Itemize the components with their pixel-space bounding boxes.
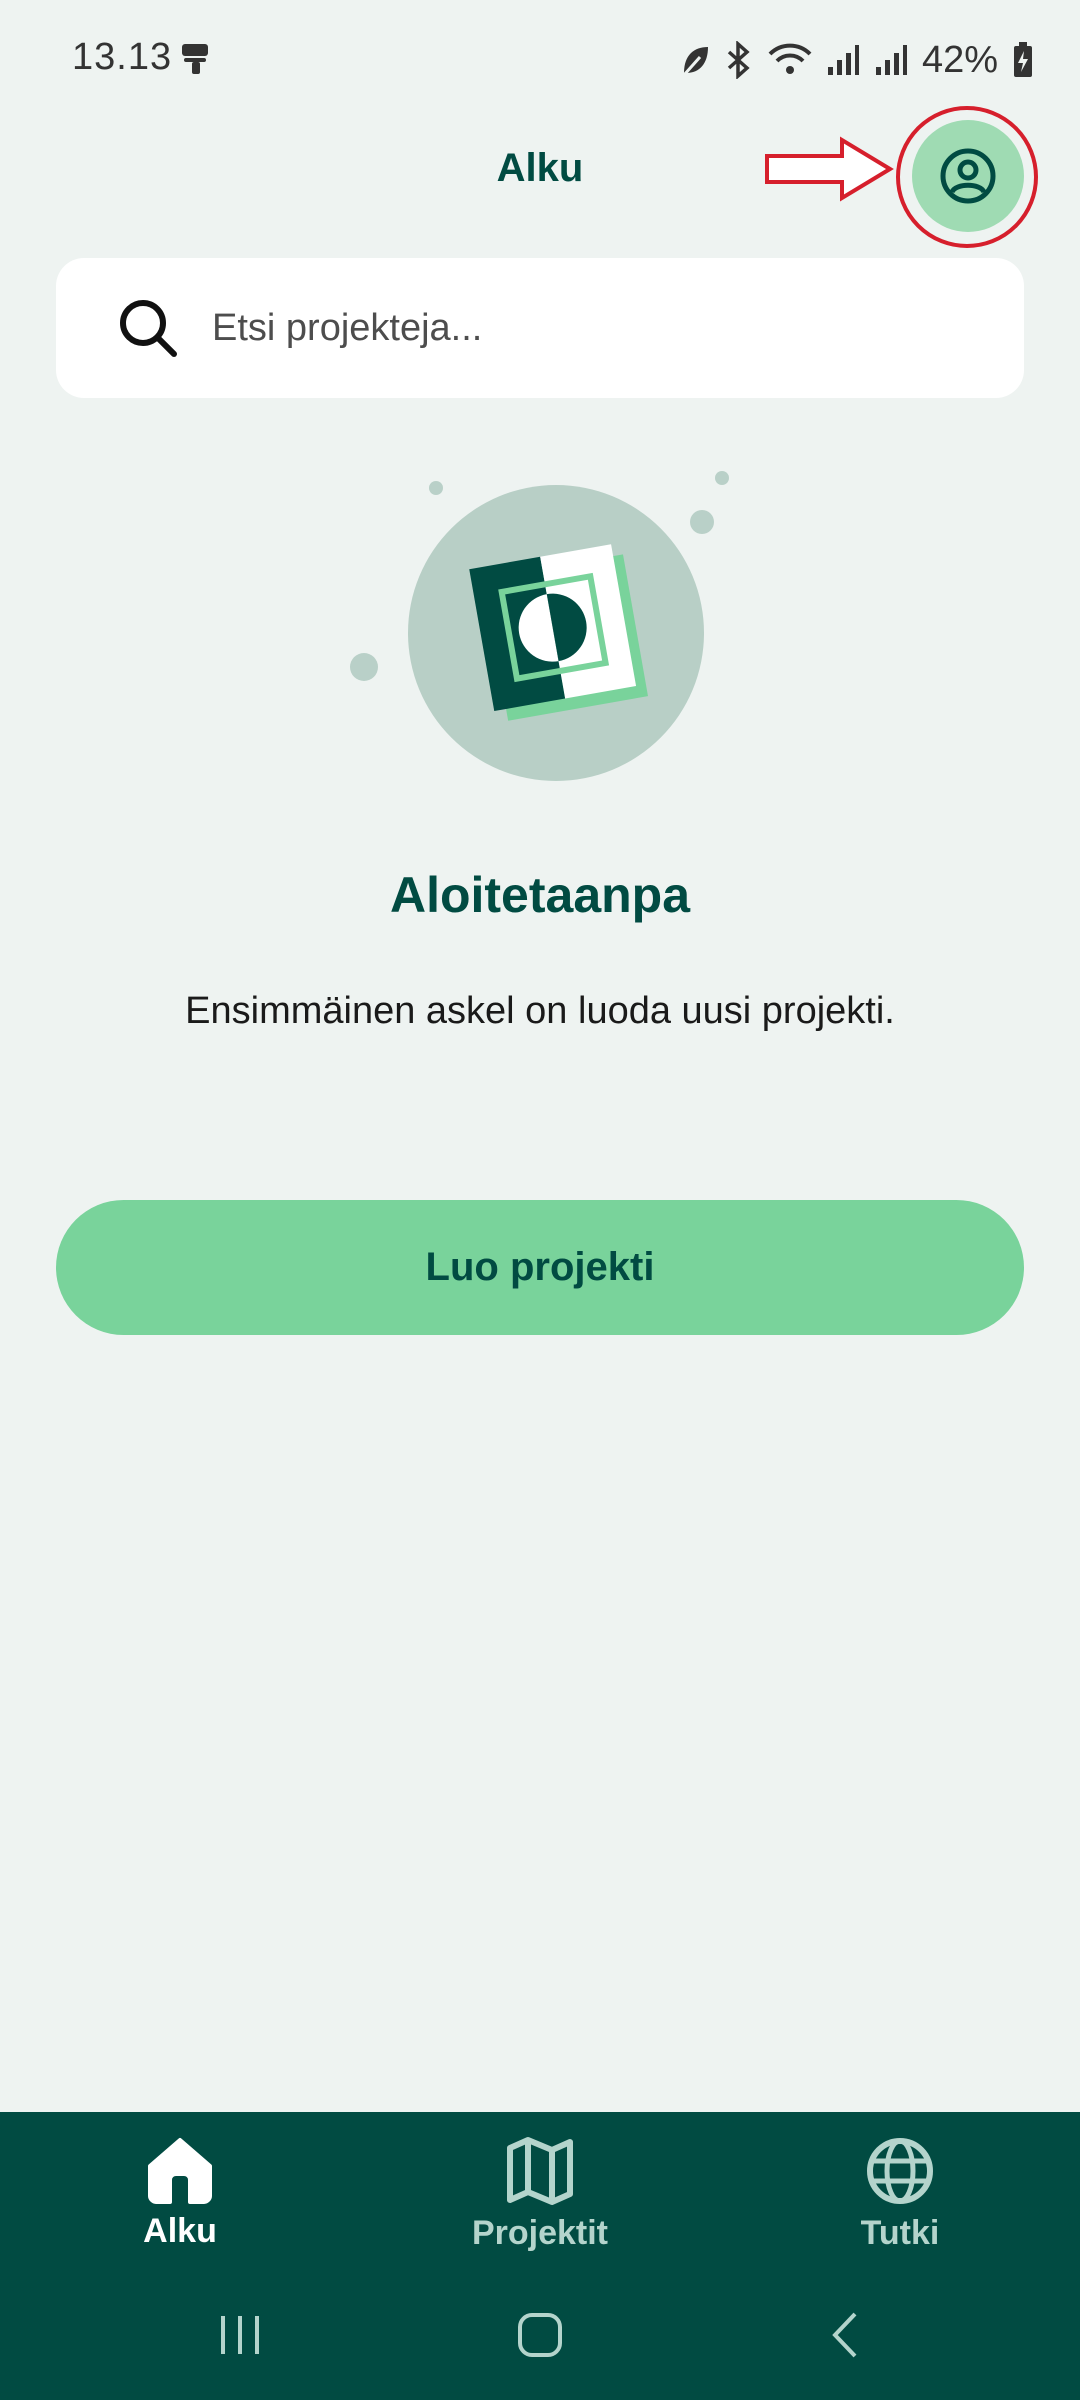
nav-label-explore: Tutki [860,2214,940,2252]
user-circle-icon [940,148,996,204]
bluetooth-icon [727,41,750,79]
empty-state-illustration [350,471,729,781]
search-input[interactable] [212,288,992,368]
system-navigation-bar [0,2290,1080,2380]
system-home-button[interactable] [480,2290,600,2380]
empty-state-heading: Aloitetaanpa [389,867,691,923]
home-square-icon [518,2313,562,2357]
recents-icon [221,2316,259,2354]
battery-percentage: 42% [922,38,999,81]
globe-icon [867,2138,933,2204]
nav-label-projects: Projektit [471,2214,609,2252]
create-project-button[interactable]: Luo projekti [56,1200,1024,1335]
search-icon [120,300,177,357]
signal-icon-2 [876,45,907,75]
status-bar: 13.13 42% [0,0,1080,120]
bottom-navigation: Alku Projektit Tutki [0,2112,1080,2400]
leaf-icon [682,47,708,76]
signal-icon-1 [828,45,859,75]
home-icon [148,2138,212,2204]
status-icons: 42% [680,38,1034,82]
empty-state-description: Ensimmäinen askel on luoda uusi projekti… [185,990,895,1032]
wifi-icon [768,43,812,74]
battery-charging-icon [1014,42,1033,77]
status-time: 13.13 [72,36,173,78]
recent-apps-button[interactable] [180,2290,300,2380]
back-button[interactable] [785,2290,905,2380]
paint-roller-icon [182,44,208,74]
search-bar[interactable] [56,258,1024,398]
home-screen: 13.13 42% Alku Etsi projekteja... Aloite… [0,0,1080,2400]
map-icon [507,2137,573,2205]
annotation-arrow-icon [765,136,894,202]
profile-button[interactable] [912,120,1024,232]
nav-label-home: Alku [143,2212,217,2250]
back-chevron-icon [832,2312,857,2358]
